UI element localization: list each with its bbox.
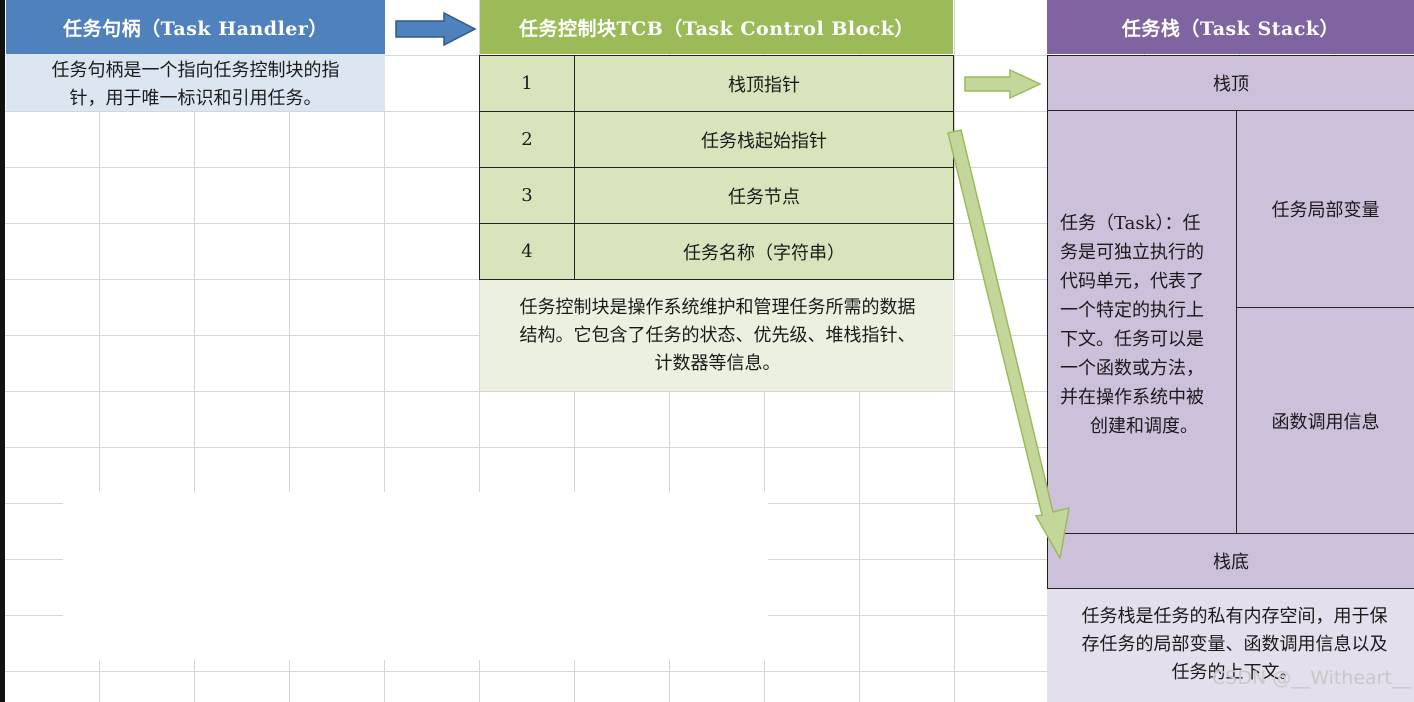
handler-to-tcb-arrow bbox=[395, 11, 477, 47]
connector-arrows bbox=[395, 11, 1070, 561]
stack-top-pointer-arrow bbox=[964, 68, 1042, 100]
stack-start-pointer-arrow bbox=[947, 129, 1070, 561]
watermark: CSDN @__Witheart__ bbox=[1212, 667, 1411, 689]
